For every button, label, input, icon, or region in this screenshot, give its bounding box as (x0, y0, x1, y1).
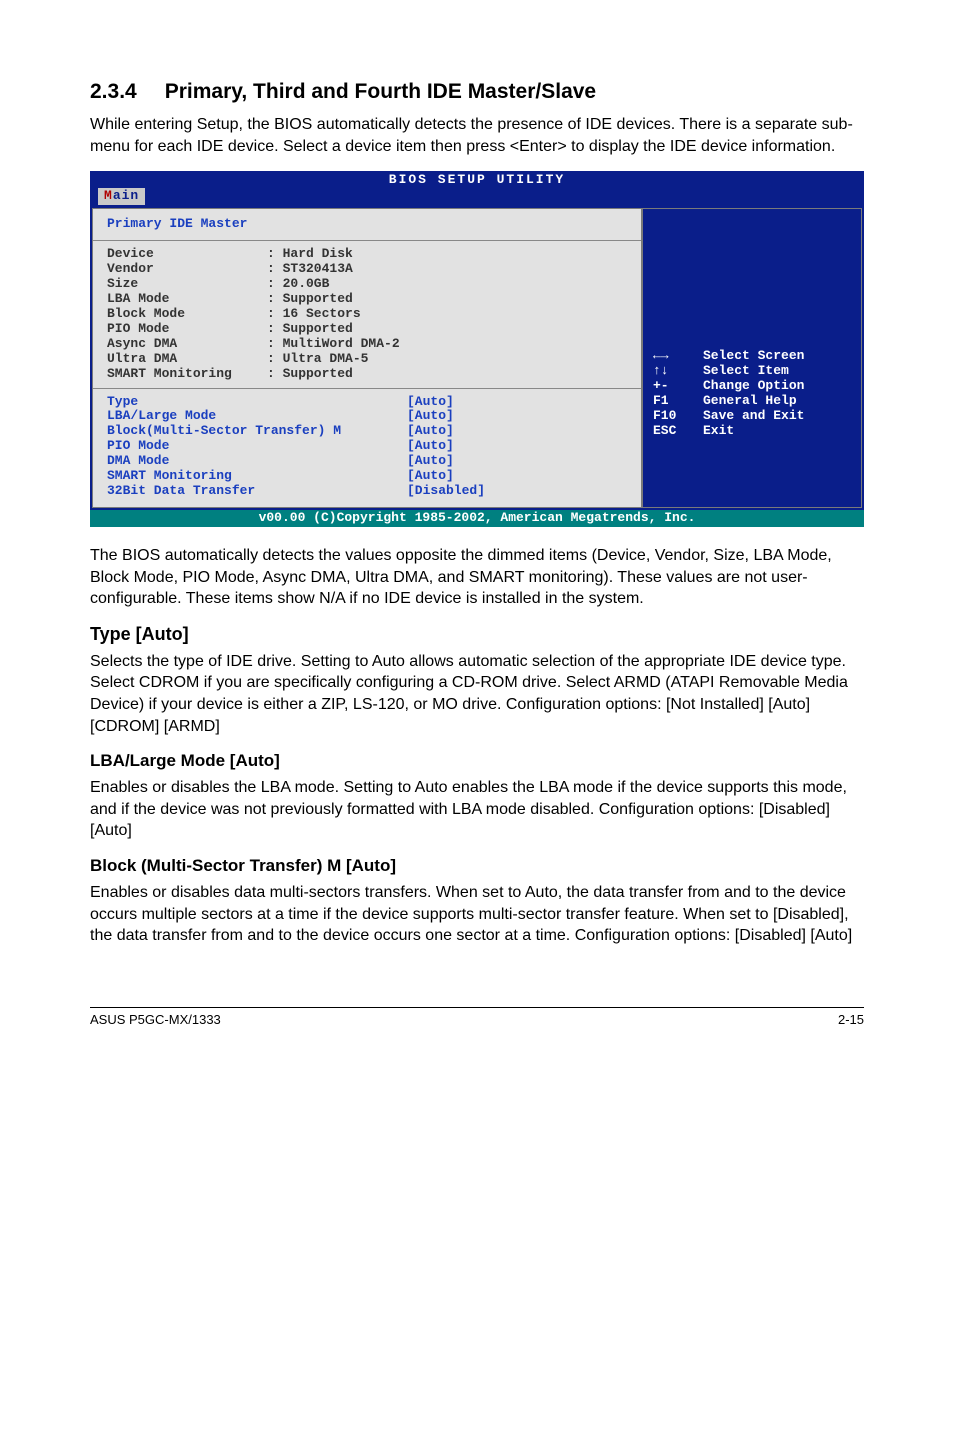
bios-left-panel: Primary IDE Master Device: Hard Disk Ven… (92, 208, 642, 508)
bios-help-item: +-Change Option (653, 379, 851, 394)
after-bios-paragraph: The BIOS automatically detects the value… (90, 545, 864, 610)
bios-option-row[interactable]: SMART Monitoring[Auto] (107, 469, 627, 484)
bios-option-row[interactable]: Block(Multi-Sector Transfer) M[Auto] (107, 424, 627, 439)
bios-help-label: General Help (703, 394, 797, 409)
bios-option-row[interactable]: LBA/Large Mode[Auto] (107, 409, 627, 424)
lba-body: Enables or disables the LBA mode. Settin… (90, 777, 864, 842)
bios-detected-row: Size: 20.0GB (107, 277, 627, 292)
bios-detected-row: Block Mode: 16 Sectors (107, 307, 627, 322)
bios-screen: BIOS SETUP UTILITY Main Primary IDE Mast… (90, 171, 864, 527)
bios-help-label: Change Option (703, 379, 804, 394)
bios-option-val: [Auto] (407, 395, 454, 410)
bios-detected-row: PIO Mode: Supported (107, 322, 627, 337)
bios-option-key: Type (107, 395, 407, 410)
bios-copyright-footer: v00.00 (C)Copyright 1985-2002, American … (90, 510, 864, 527)
bios-divider (93, 240, 641, 241)
footer-left: ASUS P5GC-MX/1333 (90, 1012, 221, 1027)
bios-help-label: Exit (703, 424, 734, 439)
bios-detected-val: : Hard Disk (267, 247, 353, 262)
bios-option-row[interactable]: 32Bit Data Transfer[Disabled] (107, 484, 627, 499)
section-heading: 2.3.4 Primary, Third and Fourth IDE Maste… (90, 80, 864, 104)
bios-figure: BIOS SETUP UTILITY Main Primary IDE Mast… (90, 171, 864, 527)
bios-option-val: [Auto] (407, 469, 454, 484)
type-heading: Type [Auto] (90, 624, 864, 645)
bios-detected-row: Device: Hard Disk (107, 247, 627, 262)
bios-help-label: Save and Exit (703, 409, 804, 424)
bios-detected-row: LBA Mode: Supported (107, 292, 627, 307)
arrow-lr-icon: ←→ (653, 349, 703, 364)
f10-key-icon: F10 (653, 409, 703, 424)
bios-option-val: [Disabled] (407, 484, 485, 499)
bios-detected-row: Vendor: ST320413A (107, 262, 627, 277)
f1-key-icon: F1 (653, 394, 703, 409)
bios-option-row[interactable]: PIO Mode[Auto] (107, 439, 627, 454)
bios-option-val: [Auto] (407, 409, 454, 424)
section-number: 2.3.4 (90, 80, 137, 104)
bios-help-item: F1General Help (653, 394, 851, 409)
bios-detected-key: LBA Mode (107, 292, 267, 307)
bios-detected-key: Ultra DMA (107, 352, 267, 367)
section-title: Primary, Third and Fourth IDE Master/Sla… (165, 80, 596, 103)
bios-option-row[interactable]: Type[Auto] (107, 395, 627, 410)
bios-option-key: DMA Mode (107, 454, 407, 469)
bios-detected-key: Vendor (107, 262, 267, 277)
bios-detected-val: : 16 Sectors (267, 307, 361, 322)
bios-detected-key: SMART Monitoring (107, 367, 267, 382)
bios-detected-val: : Supported (267, 292, 353, 307)
bios-tab-hotkey: M (104, 188, 113, 203)
bios-detected-val: : MultiWord DMA-2 (267, 337, 400, 352)
bios-option-key: PIO Mode (107, 439, 407, 454)
esc-key-icon: ESC (653, 424, 703, 439)
type-body: Selects the type of IDE drive. Setting t… (90, 651, 864, 737)
bios-tab-row: Main (90, 188, 864, 206)
bios-option-val: [Auto] (407, 454, 454, 469)
bios-detected-key: Device (107, 247, 267, 262)
bios-option-key: Block(Multi-Sector Transfer) M (107, 424, 407, 439)
bios-help-item: F10Save and Exit (653, 409, 851, 424)
bios-option-key: 32Bit Data Transfer (107, 484, 407, 499)
bios-option-val: [Auto] (407, 424, 454, 439)
arrow-ud-icon: ↑↓ (653, 364, 703, 379)
bios-help-label: Select Item (703, 364, 789, 379)
bios-detected-val: : Supported (267, 367, 353, 382)
bios-detected-row: SMART Monitoring: Supported (107, 367, 627, 382)
bios-help-panel: ←→Select Screen ↑↓Select Item +-Change O… (642, 208, 862, 508)
bios-detected-row: Ultra DMA: Ultra DMA-5 (107, 352, 627, 367)
bios-detected-val: : ST320413A (267, 262, 353, 277)
bios-option-val: [Auto] (407, 439, 454, 454)
bios-tab-rest: ain (113, 188, 139, 203)
bios-detected-key: Size (107, 277, 267, 292)
bios-option-row[interactable]: DMA Mode[Auto] (107, 454, 627, 469)
bios-help-label: Select Screen (703, 349, 804, 364)
bios-help-item: ESCExit (653, 424, 851, 439)
bios-detected-val: : 20.0GB (267, 277, 329, 292)
bios-detected-key: Block Mode (107, 307, 267, 322)
bios-detected-val: : Ultra DMA-5 (267, 352, 368, 367)
intro-paragraph: While entering Setup, the BIOS automatic… (90, 114, 864, 157)
bios-detected-val: : Supported (267, 322, 353, 337)
bios-detected-row: Async DMA: MultiWord DMA-2 (107, 337, 627, 352)
bios-help-item: ↑↓Select Item (653, 364, 851, 379)
bios-option-key: LBA/Large Mode (107, 409, 407, 424)
bios-divider (93, 388, 641, 389)
bios-title: BIOS SETUP UTILITY (90, 171, 864, 188)
bios-tab-main[interactable]: Main (98, 188, 145, 205)
lba-heading: LBA/Large Mode [Auto] (90, 751, 864, 771)
bios-body: Primary IDE Master Device: Hard Disk Ven… (90, 206, 864, 510)
page-footer: ASUS P5GC-MX/1333 2-15 (90, 1007, 864, 1027)
footer-right: 2-15 (838, 1012, 864, 1027)
block-heading: Block (Multi-Sector Transfer) M [Auto] (90, 856, 864, 876)
block-body: Enables or disables data multi-sectors t… (90, 882, 864, 947)
bios-option-key: SMART Monitoring (107, 469, 407, 484)
bios-help-item: ←→Select Screen (653, 349, 851, 364)
bios-panel-title: Primary IDE Master (107, 217, 627, 232)
bios-detected-key: PIO Mode (107, 322, 267, 337)
bios-detected-key: Async DMA (107, 337, 267, 352)
plus-minus-icon: +- (653, 379, 703, 394)
